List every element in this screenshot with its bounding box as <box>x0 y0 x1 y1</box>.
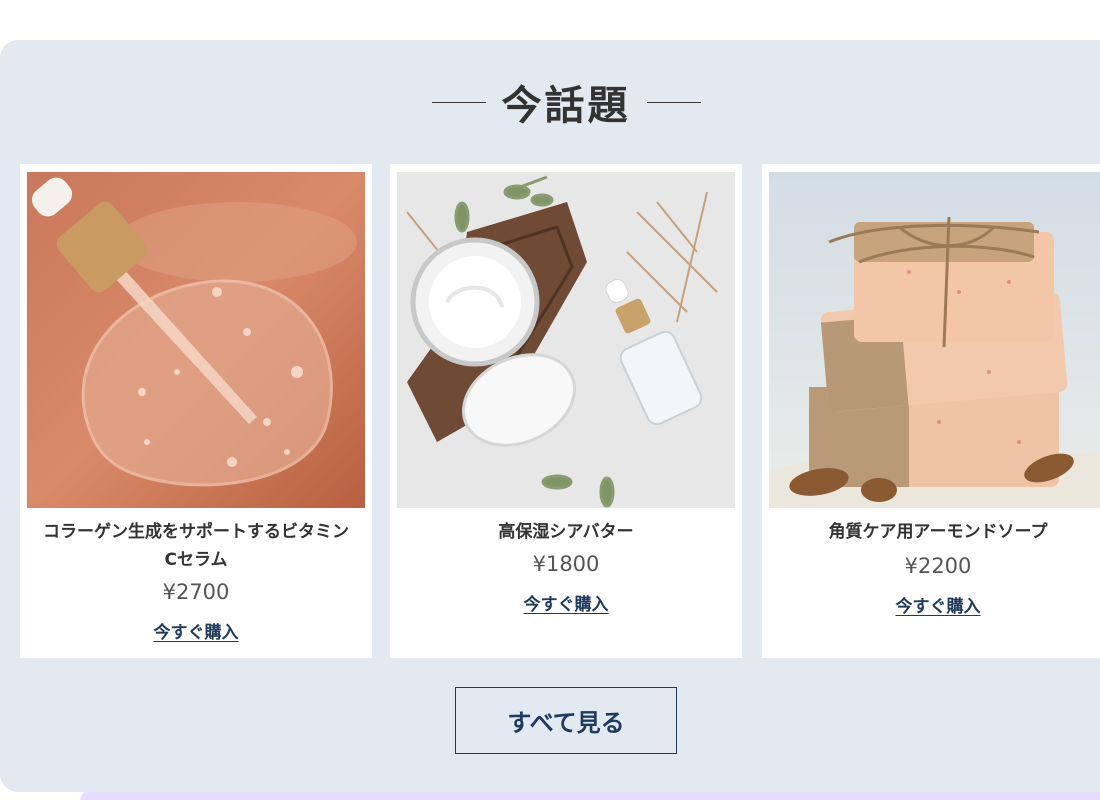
buy-now-link[interactable]: 今すぐ購入 <box>390 590 742 615</box>
product-name[interactable]: 高保湿シアバター <box>410 518 722 546</box>
heading-divider-right <box>646 101 701 103</box>
product-name[interactable]: 角質ケア用アーモンドソープ <box>782 518 1094 546</box>
page: 今話題 コラーゲン生成をサポートするビタミンCセラム ¥2700 今すぐ購入 高… <box>0 0 1100 800</box>
buy-now-link[interactable]: 今すぐ購入 <box>762 592 1100 617</box>
product-card[interactable]: 角質ケア用アーモンドソープ ¥2200 今すぐ購入 <box>762 164 1100 658</box>
view-all-button[interactable]: すべて見る <box>455 687 677 754</box>
product-card[interactable]: 高保湿シアバター ¥1800 今すぐ購入 <box>390 164 742 658</box>
section-title: 今話題 <box>501 83 631 129</box>
product-card[interactable]: コラーゲン生成をサポートするビタミンCセラム ¥2700 今すぐ購入 <box>20 164 372 658</box>
section-heading: 今話題 <box>0 74 1100 130</box>
product-image-shea-butter[interactable] <box>397 172 735 508</box>
heading-divider-left <box>431 101 486 103</box>
product-image-almond-soap[interactable] <box>769 172 1100 508</box>
product-price: ¥2200 <box>904 554 972 578</box>
product-price: ¥1800 <box>532 552 600 576</box>
product-name[interactable]: コラーゲン生成をサポートするビタミンCセラム <box>40 518 352 574</box>
product-image-serum[interactable] <box>27 172 365 508</box>
product-price: ¥2700 <box>162 580 230 604</box>
buy-now-link[interactable]: 今すぐ購入 <box>20 618 372 643</box>
